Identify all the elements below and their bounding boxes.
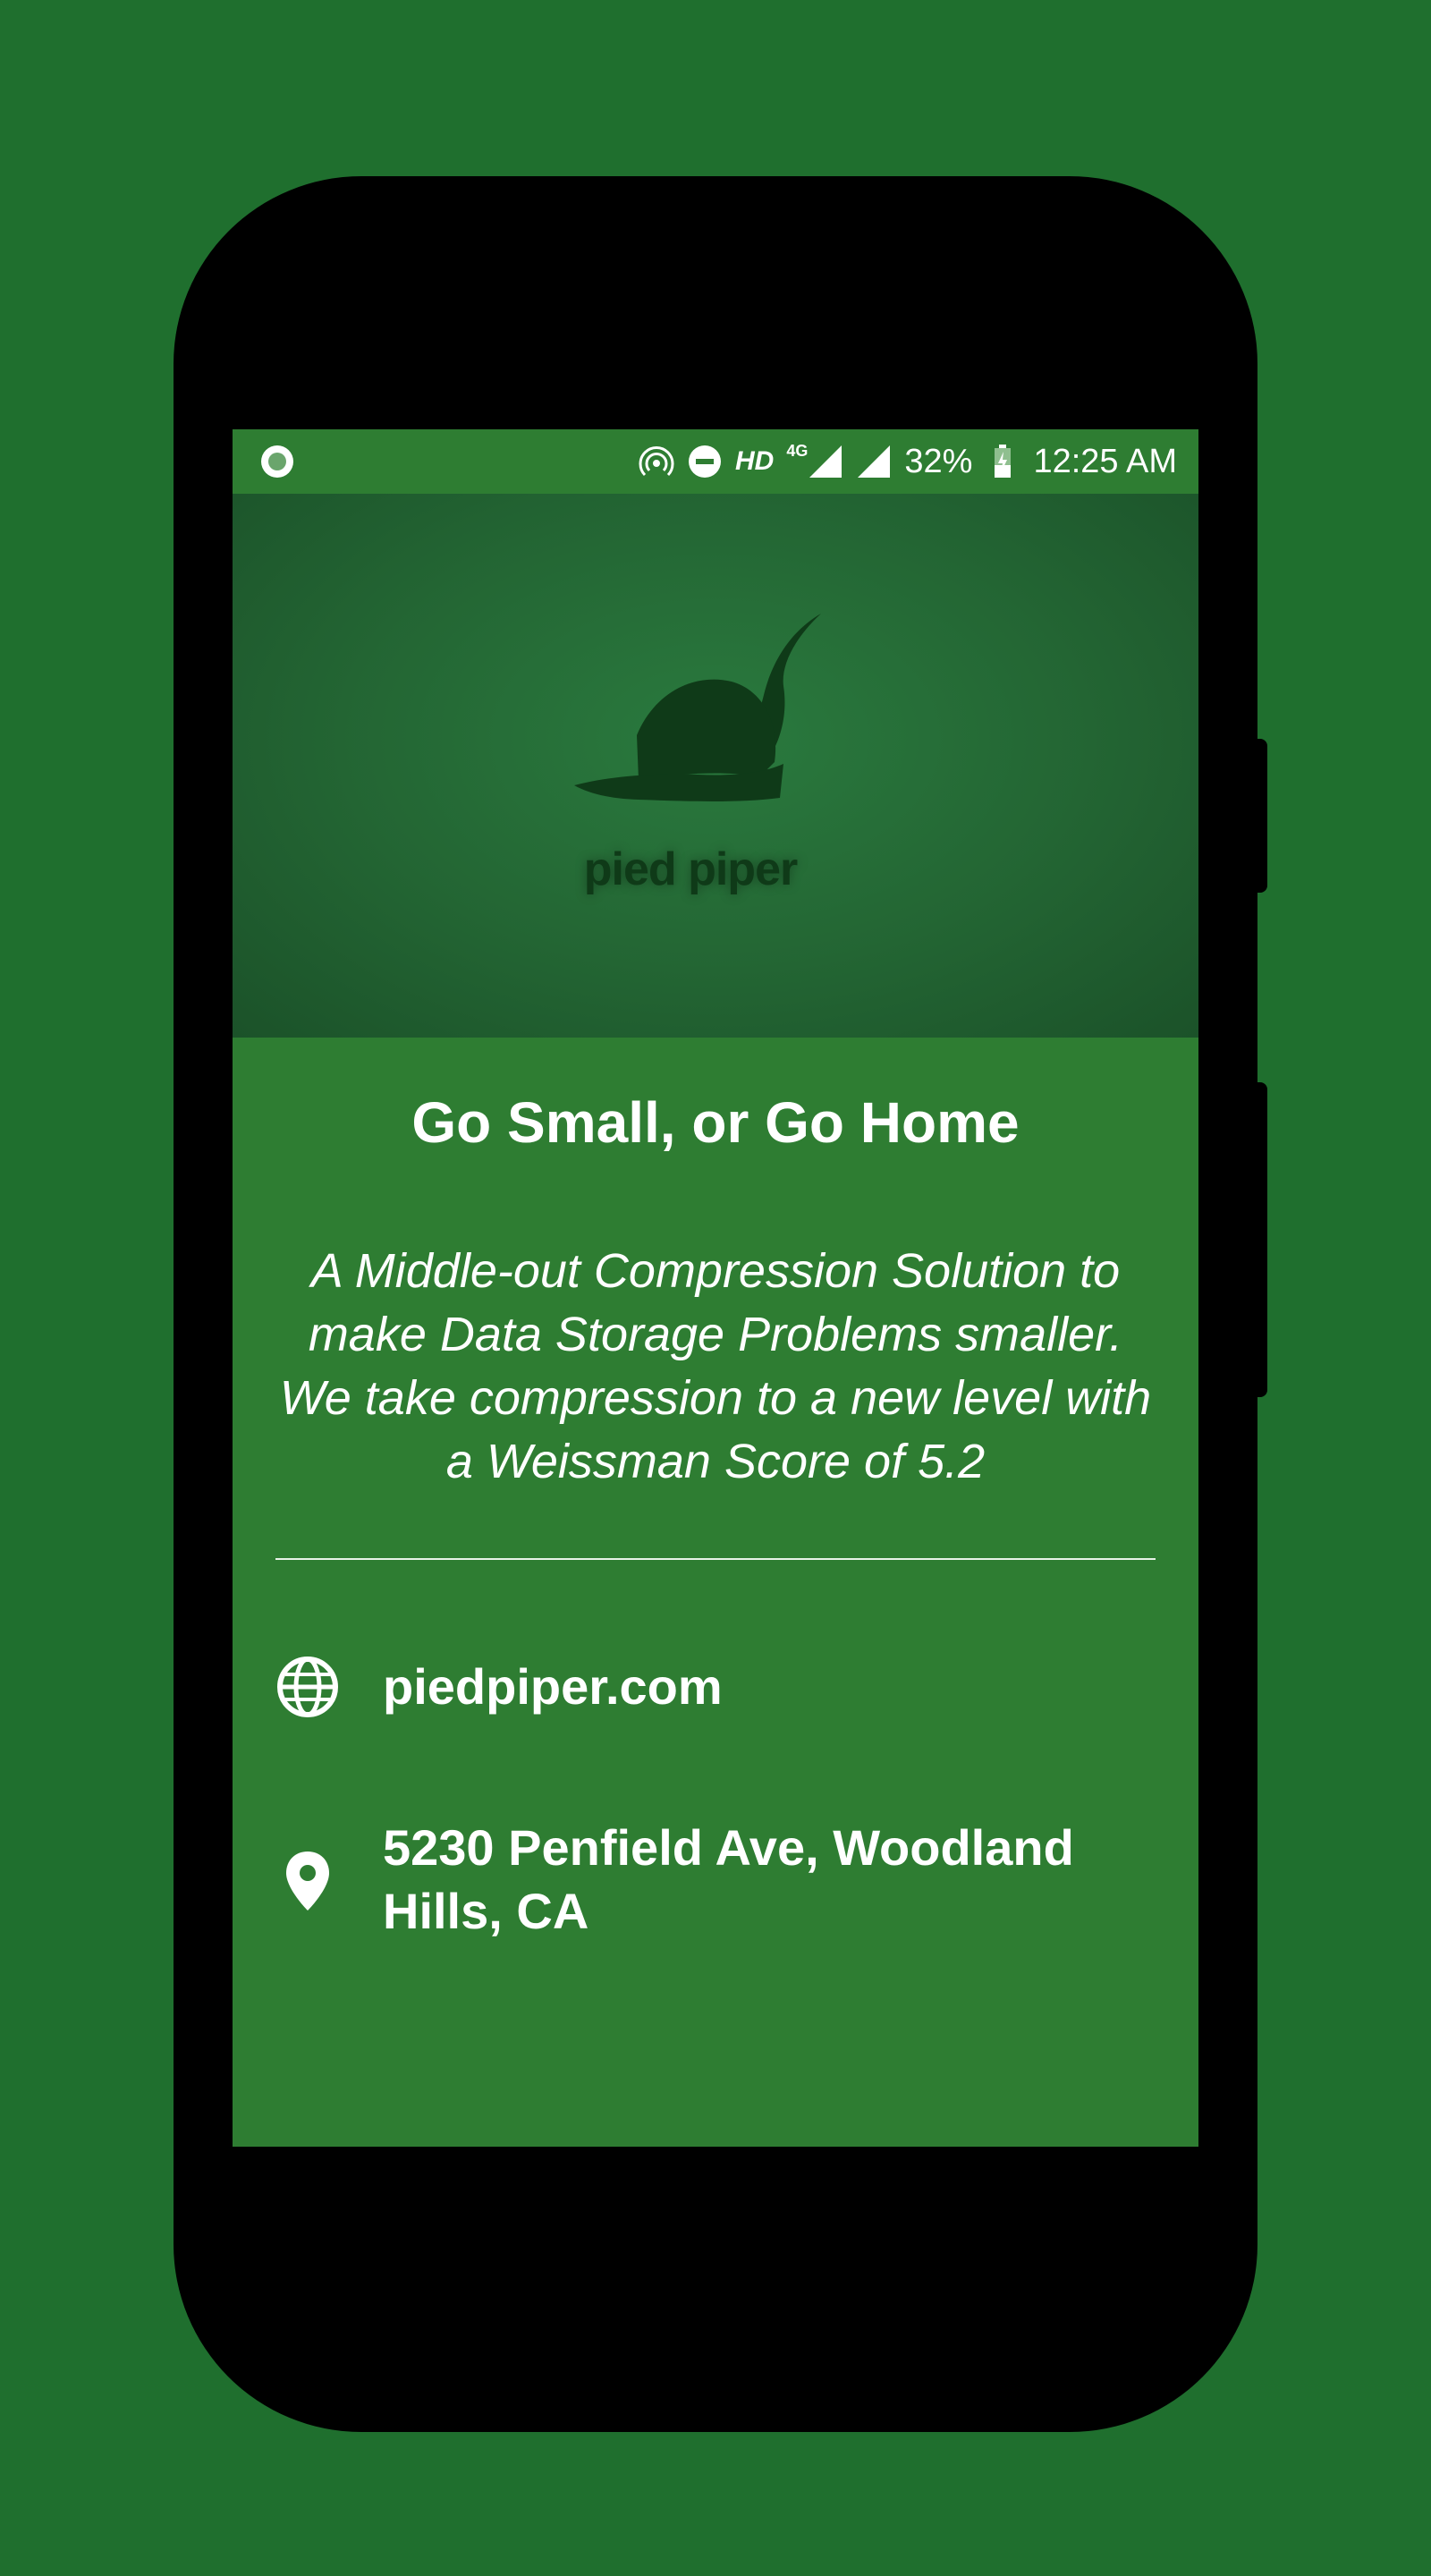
- status-icons: HD 4G 32% 12:25 AM: [639, 429, 1177, 494]
- hd-label: HD: [735, 446, 775, 476]
- power-button: [1252, 1082, 1267, 1397]
- website-link[interactable]: piedpiper.com: [383, 1655, 723, 1718]
- pied-piper-hat-icon: [574, 614, 821, 801]
- address-row[interactable]: 5230 Penfield Ave, Woodland Hills, CA: [275, 1816, 1161, 1943]
- globe-icon: [277, 1657, 338, 1717]
- tagline: A Middle-out Compression Solution to mak…: [279, 1244, 1152, 1488]
- clock: 12:25 AM: [1033, 442, 1177, 480]
- battery-percent: 32%: [904, 442, 973, 480]
- brand-wordmark: pied piper: [583, 843, 798, 895]
- website-row[interactable]: piedpiper.com: [275, 1655, 1161, 1719]
- hotspot-icon: [639, 446, 674, 477]
- phone-screen: HD 4G 32% 12:25 AM pied piper Go Small, …: [233, 429, 1198, 2147]
- dnd-icon: [689, 445, 722, 478]
- divider: [275, 1558, 1156, 1560]
- address-text[interactable]: 5230 Penfield Ave, Woodland Hills, CA: [383, 1816, 1161, 1943]
- volume-button: [1252, 739, 1267, 893]
- status-bar: HD 4G 32% 12:25 AM: [233, 429, 1198, 494]
- battery-icon: [995, 445, 1012, 478]
- network-type-label: 4G: [786, 441, 809, 460]
- content-card: Go Small, or Go Home A Middle-out Compre…: [233, 1038, 1198, 2147]
- status-dot-icon: [261, 445, 293, 478]
- page-title: Go Small, or Go Home: [411, 1090, 1020, 1155]
- signal-icon: [809, 445, 843, 478]
- location-pin-icon: [286, 1852, 329, 1911]
- hero-banner: pied piper: [233, 494, 1198, 1038]
- signal-icon: [858, 445, 891, 478]
